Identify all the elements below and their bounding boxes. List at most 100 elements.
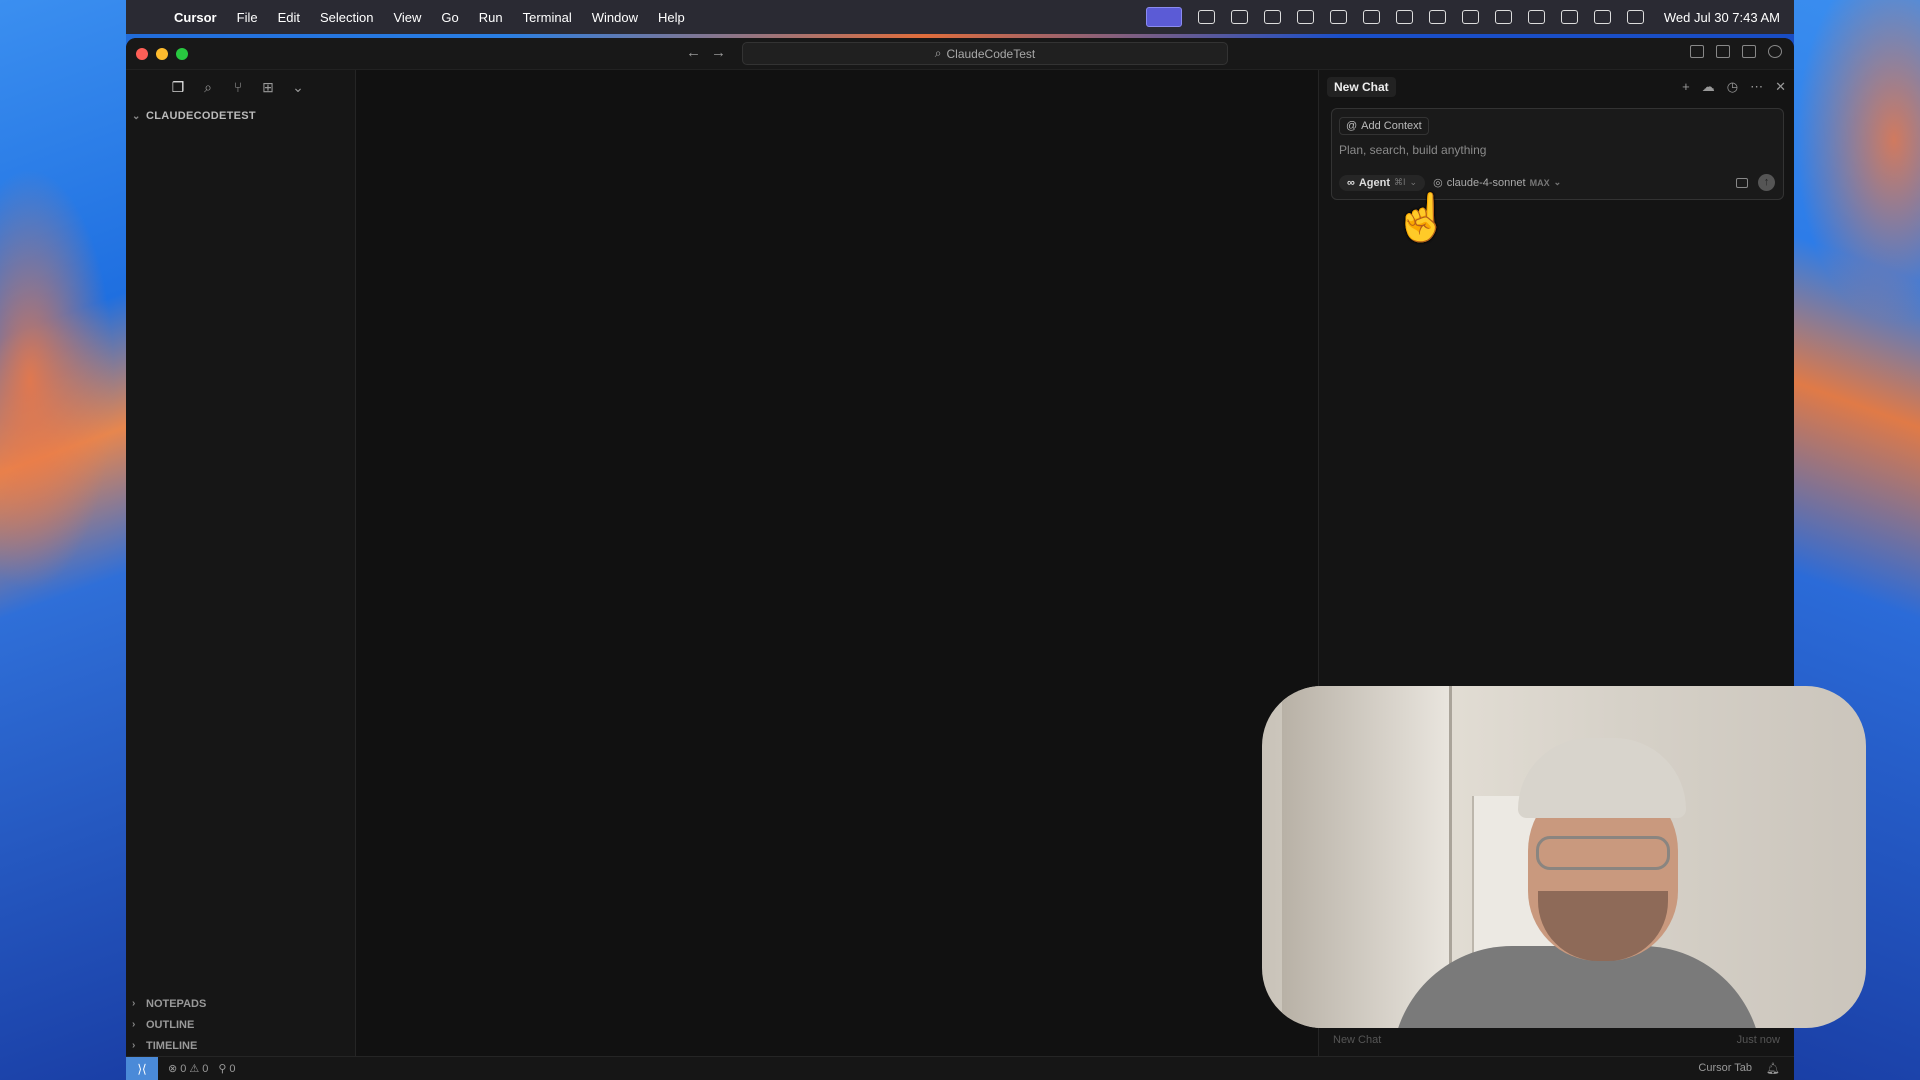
menu-help[interactable]: Help [658,10,685,25]
spotlight-search-icon[interactable] [1560,10,1578,24]
more-views-chevron-down-icon[interactable]: ⌄ [290,79,306,95]
close-icon[interactable]: ✕ [1775,79,1786,95]
menu-terminal[interactable]: Terminal [523,10,572,25]
error-icon: ⊗ [168,1063,178,1075]
chat-prompt-input[interactable]: Plan, search, build anything [1339,143,1776,157]
agent-mode-label: Agent [1358,176,1391,189]
sidebar-bottom-sections: › NOTEPADS › OUTLINE › TIMELINE [126,993,355,1056]
agent-mode-dropdown[interactable]: ∞ Agent ⌘I ⌄ [1339,174,1426,191]
messages-icon[interactable] [1395,10,1413,24]
chevron-right-icon: › [132,1040,136,1051]
back-arrow-icon[interactable]: ← [686,44,701,61]
problems-indicator[interactable]: ⊗ 0 ⚠ 0 [168,1062,209,1076]
at-sign-icon: @ [1346,120,1358,132]
section-timeline-label: TIMELINE [146,1039,198,1052]
remote-connection-icon[interactable]: ⟩⟨ [126,1056,158,1080]
password-manager-icon[interactable] [1296,10,1314,24]
desktop-wallpaper-left [0,0,126,1080]
section-notepads[interactable]: › NOTEPADS [126,993,355,1014]
zoom-icon[interactable] [1263,10,1281,24]
broadcast-icon: ⚲ [218,1063,227,1075]
webcam-background-door [1282,686,1452,1028]
source-control-icon[interactable]: ⑂ [230,79,246,95]
activity-bar: ❐ ⌕ ⑂ ⊞ ⌄ [126,70,355,106]
webcam-person-cap [1518,738,1686,818]
toggle-secondary-sidebar-icon[interactable] [1742,45,1756,58]
layout-controls [1690,45,1782,58]
chat-history-time: Just now [1736,1034,1780,1046]
menu-run[interactable]: Run [479,10,503,25]
extensions-icon[interactable]: ⊞ [260,79,276,95]
play-icon[interactable] [1461,10,1479,24]
workspace-folder-header[interactable]: ⌄ CLAUDECODETEST [126,106,355,126]
title-bar: ← → ⌕ ClaudeCodeTest [126,38,1794,70]
cursor-tab-status[interactable]: Cursor Tab [1698,1062,1752,1075]
chat-header-actions: + ☁ ◷ ⋯ ✕ [1682,79,1786,95]
search-icon: ⌕ [934,46,942,60]
section-timeline[interactable]: › TIMELINE [126,1035,355,1056]
chat-header: New Chat + ☁ ◷ ⋯ ✕ [1319,70,1794,104]
section-outline[interactable]: › OUTLINE [126,1014,355,1035]
menu-bar-clock[interactable]: Wed Jul 30 7:43 AM [1664,10,1780,25]
menu-file[interactable]: File [237,10,258,25]
ports-indicator[interactable]: ⚲ 0 [218,1062,236,1076]
settings-gear-icon[interactable] [1768,45,1782,58]
app-status-icon[interactable] [1230,10,1248,24]
explorer-files-icon[interactable]: ❐ [170,79,186,95]
forward-arrow-icon[interactable]: → [711,44,726,61]
menu-window[interactable]: Window [592,10,638,25]
menu-app-name[interactable]: Cursor [174,10,217,25]
new-chat-plus-icon[interactable]: + [1682,79,1690,95]
chevron-down-icon: ⌄ [1553,177,1562,187]
history-icon[interactable]: ◷ [1727,79,1738,95]
minimize-window-button[interactable] [156,47,168,60]
window-manager-icon[interactable] [1329,10,1347,24]
record-icon[interactable] [1197,10,1215,24]
control-center-icon[interactable] [1593,10,1611,24]
menu-go[interactable]: Go [441,10,458,25]
do-not-disturb-icon[interactable] [1428,10,1446,24]
webcam-person-glasses [1536,836,1670,870]
menu-view[interactable]: View [393,10,421,25]
cloud-icon[interactable]: ☁ [1702,79,1715,95]
notifications-bell-icon[interactable]: 🔔︎ [1766,1062,1780,1075]
chevron-down-icon: ⌄ [132,110,141,122]
window-title: ClaudeCodeTest [946,46,1036,61]
editor-area[interactable] [356,70,1318,1056]
wifi-icon[interactable] [1527,10,1545,24]
chevron-right-icon: › [132,1019,136,1030]
chat-history-title: New Chat [1333,1034,1382,1046]
calendar-icon[interactable] [1362,10,1380,24]
command-center-search[interactable]: ⌕ ClaudeCodeTest [742,42,1228,65]
toggle-primary-sidebar-icon[interactable] [1690,45,1704,58]
chat-tab[interactable]: New Chat [1327,77,1396,97]
more-options-icon[interactable]: ⋯ [1750,79,1763,95]
error-count: 0 [180,1062,187,1075]
add-context-button[interactable]: @ Add Context [1339,117,1429,135]
add-context-label: Add Context [1361,120,1422,132]
menu-edit[interactable]: Edit [278,10,300,25]
close-window-button[interactable] [136,47,148,60]
siri-icon[interactable] [1626,10,1644,24]
menu-selection[interactable]: Selection [320,10,373,25]
model-selector[interactable]: ◎ claude-4-sonnet MAX ⌄ [1433,176,1562,190]
warning-count: 0 [202,1062,209,1075]
chat-history-entry[interactable]: New Chat Just now [1319,1034,1794,1046]
section-notepads-label: NOTEPADS [146,997,207,1010]
explorer-sidebar: ❐ ⌕ ⑂ ⊞ ⌄ ⌄ CLAUDECODETEST › NOTEPADS › … [126,70,356,1056]
chevron-right-icon: › [132,998,136,1009]
search-icon[interactable]: ⌕ [200,79,216,95]
attach-image-icon[interactable] [1736,177,1748,188]
chat-input-actions: ↑ [1736,174,1775,191]
chat-input-box[interactable]: @ Add Context Plan, search, build anythi… [1331,108,1784,200]
toggle-panel-icon[interactable] [1716,45,1730,58]
status-bar: ⟩⟨ ⊗ 0 ⚠ 0 ⚲ 0 Cursor Tab 🔔︎ [126,1056,1794,1080]
send-arrow-icon[interactable]: ↑ [1758,174,1775,191]
maximize-window-button[interactable] [176,47,188,60]
hand-pointer-cursor: ☝ [1393,191,1451,243]
ports-count: 0 [229,1062,236,1075]
webcam-overlay [1262,686,1866,1028]
battery-icon[interactable] [1494,10,1512,24]
agent-shortcut: ⌘I [1394,177,1406,187]
screen-recording-icon[interactable] [1145,7,1182,27]
